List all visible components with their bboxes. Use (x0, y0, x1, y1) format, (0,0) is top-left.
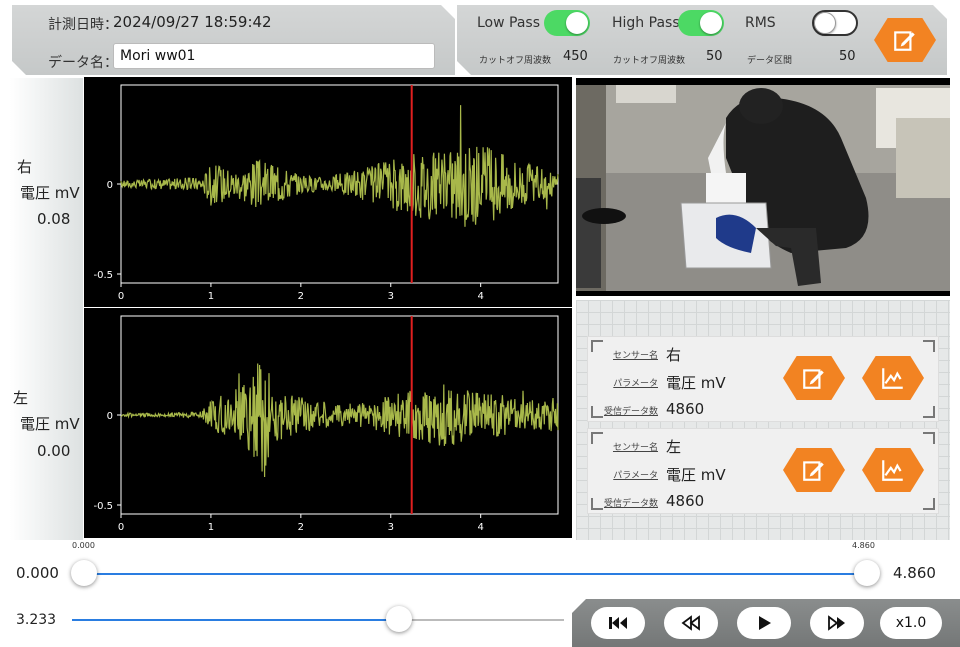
measure-datetime-value: 2024/09/27 18:59:42 (113, 13, 272, 31)
channel-right-unit: 電圧 mV (20, 184, 80, 202)
low-pass-cutoff-value[interactable]: 450 (563, 49, 588, 64)
received-count-label: 受信データ数 (603, 407, 658, 417)
x-tick-label: 3 (388, 522, 394, 533)
rewind-button[interactable] (664, 607, 718, 639)
waveform-series (120, 105, 559, 227)
data-name-field[interactable]: Mori ww01 (113, 43, 435, 69)
y-tick-label: -0.5 (93, 501, 113, 512)
data-name-label: データ名： (48, 55, 118, 71)
rms-toggle[interactable] (812, 10, 858, 36)
channel-left-value: 0.00 (37, 442, 71, 460)
range-start-handle[interactable] (71, 560, 97, 586)
edit-icon (803, 461, 824, 481)
line-chart-icon (882, 460, 903, 481)
channel-right-value: 0.08 (37, 210, 71, 228)
parameter-value: 電圧 mV (666, 374, 726, 392)
x-tick-label: 4 (477, 522, 483, 533)
high-pass-cutoff-label: カットオフ周波数 (613, 56, 686, 66)
line-chart-icon (882, 368, 903, 389)
x-tick-label: 0 (118, 291, 124, 302)
sensor-name-label: センサー名 (612, 351, 658, 361)
high-pass-toggle[interactable] (678, 10, 724, 36)
range-slider-track[interactable] (84, 573, 867, 575)
channel-left-unit: 電圧 mV (20, 415, 80, 433)
skip-back-icon (609, 617, 627, 629)
received-count-value: 4860 (666, 492, 705, 510)
chart-left-channel[interactable]: 0 1 2 3 4 0 -0.5 (84, 308, 572, 538)
y-tick-label: 0 (107, 180, 113, 191)
high-pass-cutoff-value[interactable]: 50 (706, 49, 723, 64)
low-pass-toggle[interactable] (544, 10, 590, 36)
parameter-label: パラメータ (613, 379, 658, 389)
filter-settings-panel: Low Pass カットオフ周波数 450 High Pass カットオフ周波数… (457, 5, 947, 75)
video-frame-image (576, 83, 950, 291)
position-slider-handle[interactable] (386, 606, 413, 632)
range-min-tick: 0.000 (72, 541, 95, 550)
y-tick-label: 0 (107, 411, 113, 422)
x-tick-label: 3 (388, 291, 394, 302)
position-slider-track[interactable] (399, 619, 564, 621)
video-player[interactable] (576, 78, 950, 296)
low-pass-cutoff-label: カットオフ周波数 (479, 56, 552, 66)
edit-icon (894, 31, 915, 51)
range-max-tick: 4.860 (852, 541, 875, 550)
range-end-value: 4.860 (893, 564, 936, 582)
channel-right-side: 右 (17, 158, 33, 176)
x-tick-label: 4 (477, 291, 483, 302)
fast-forward-icon (828, 615, 845, 631)
y-tick-label: -0.5 (93, 270, 113, 281)
position-slider-fill[interactable] (72, 619, 400, 621)
x-tick-label: 0 (118, 522, 124, 533)
low-pass-label: Low Pass (477, 15, 540, 31)
received-count-label: 受信データ数 (603, 499, 658, 509)
waveform-chart-right: 0 1 2 3 4 0 -0.5 (93, 84, 559, 302)
playback-speed-button[interactable]: x1.0 (880, 607, 942, 639)
rms-label: RMS (745, 15, 776, 31)
channel-label-column: 右 電圧 mV 0.08 左 電圧 mV 0.00 (10, 78, 83, 540)
play-icon (759, 616, 771, 630)
x-tick-label: 1 (208, 522, 214, 533)
edit-icon (803, 369, 824, 389)
x-tick-label: 2 (298, 291, 304, 302)
parameter-value: 電圧 mV (666, 466, 726, 484)
skip-to-start-button[interactable] (591, 607, 645, 639)
high-pass-label: High Pass (612, 15, 680, 31)
channel-left-side: 左 (13, 389, 29, 407)
sensor-name-value: 左 (666, 438, 682, 456)
parameter-label: パラメータ (613, 471, 658, 481)
sensor-name-label: センサー名 (612, 443, 658, 453)
chart-right-channel[interactable]: 0 1 2 3 4 0 -0.5 (84, 77, 572, 307)
rms-interval-value[interactable]: 50 (839, 49, 856, 64)
fast-forward-button[interactable] (810, 607, 864, 639)
measure-datetime-label: 計測日時： (48, 17, 118, 33)
x-tick-label: 2 (298, 522, 304, 533)
waveform-chart-left: 0 1 2 3 4 0 -0.5 (93, 315, 559, 533)
rms-interval-label: データ区間 (747, 56, 793, 66)
received-count-value: 4860 (666, 400, 705, 418)
x-tick-label: 1 (208, 291, 214, 302)
waveform-series (120, 363, 559, 478)
position-value: 3.233 (16, 612, 57, 628)
range-start-value: 0.000 (16, 564, 59, 582)
play-button[interactable] (737, 607, 791, 639)
sensor-name-value: 右 (666, 346, 682, 364)
range-end-handle[interactable] (854, 560, 880, 586)
rewind-icon (681, 615, 700, 631)
